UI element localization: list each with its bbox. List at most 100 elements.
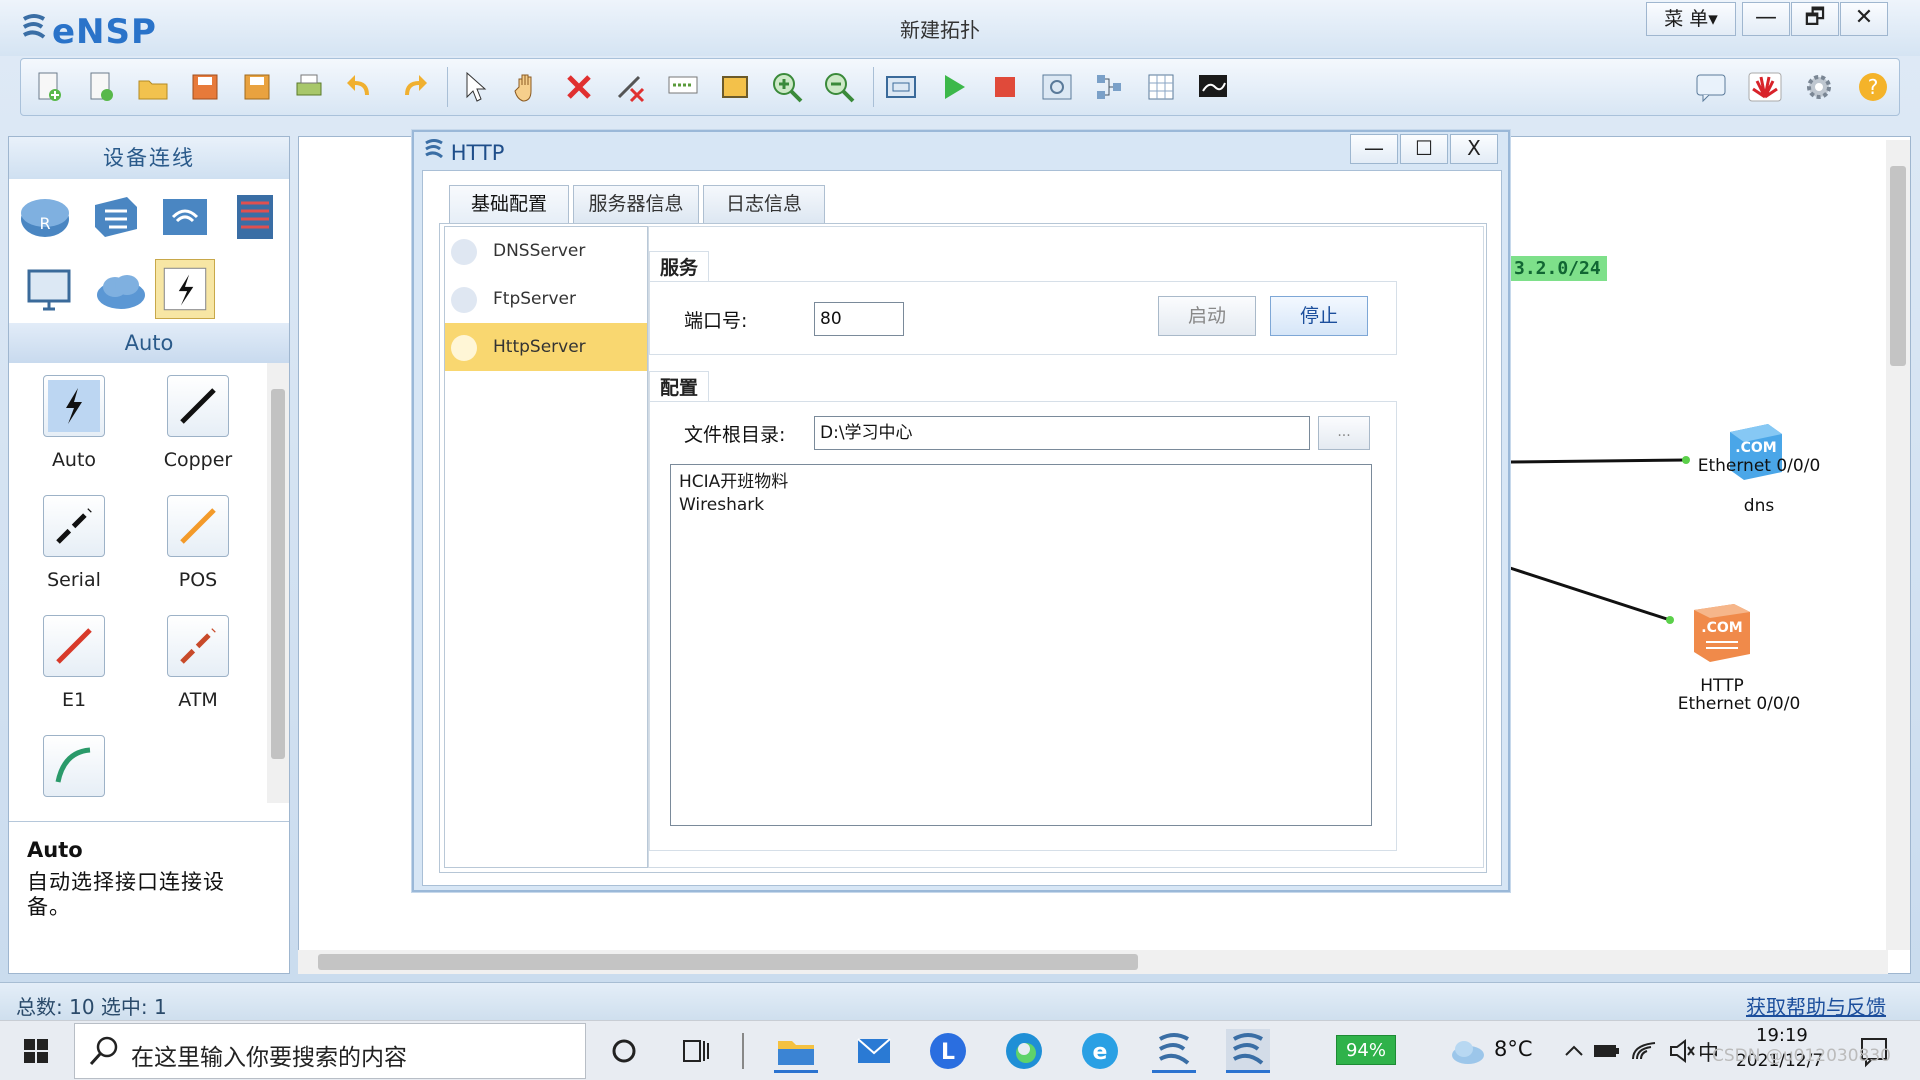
select-icon[interactable] <box>457 69 493 105</box>
dialog-minimize-button[interactable]: — <box>1350 134 1398 164</box>
cable-atm-label: ATM <box>178 689 218 711</box>
delete-icon[interactable] <box>561 69 597 105</box>
chat-icon[interactable] <box>1693 69 1729 105</box>
cortana-icon[interactable] <box>602 1029 646 1073</box>
rectangle-icon[interactable] <box>717 69 753 105</box>
battery-indicator[interactable]: 94% <box>1336 1035 1396 1065</box>
redo-icon[interactable] <box>395 69 431 105</box>
cable-auto[interactable] <box>43 375 105 437</box>
undo-icon[interactable] <box>343 69 379 105</box>
weather-cloud-icon[interactable] <box>1446 1029 1490 1073</box>
mail-icon[interactable] <box>852 1029 896 1073</box>
dialog-maximize-button[interactable]: ☐ <box>1400 134 1448 164</box>
grid-icon[interactable] <box>1143 69 1179 105</box>
server-item-http[interactable]: HttpServer <box>445 323 647 371</box>
huawei-icon[interactable] <box>1747 69 1783 105</box>
clock-time[interactable]: 19:19 <box>1756 1025 1808 1046</box>
start-button[interactable]: 启动 <box>1158 296 1256 336</box>
settings-icon[interactable] <box>1801 69 1837 105</box>
svg-text:e: e <box>1093 1040 1108 1065</box>
help-feedback-link[interactable]: 获取帮助与反馈 <box>1746 991 1886 1020</box>
topology-icon[interactable] <box>1091 69 1127 105</box>
description-title: Auto <box>27 838 83 862</box>
firewall-category-icon[interactable] <box>227 189 283 245</box>
help-icon[interactable]: ? <box>1855 69 1891 105</box>
dialog-title-text: HTTP <box>450 141 505 165</box>
root-dir-input[interactable]: D:\学习中心 <box>814 416 1310 450</box>
taskbar-search[interactable]: 在这里输入你要搜索的内容 <box>74 1023 586 1079</box>
service-group: 端口号: 80 启动 停止 <box>649 281 1397 355</box>
tab-server-info[interactable]: 服务器信息 <box>573 185 699 223</box>
description-text: 自动选择接口连接设备。 <box>27 870 225 919</box>
stop-device-icon[interactable] <box>987 69 1023 105</box>
cable-list-scroll-thumb[interactable] <box>271 389 285 759</box>
file-explorer-icon[interactable] <box>774 1029 818 1073</box>
minimize-button[interactable]: — <box>1742 2 1790 36</box>
wireless-category-icon[interactable] <box>157 189 213 245</box>
browse-button[interactable]: ... <box>1318 416 1370 450</box>
text-icon[interactable] <box>665 69 701 105</box>
zoom-in-icon[interactable] <box>769 69 805 105</box>
restore-button[interactable]: 🗗 <box>1791 2 1839 36</box>
new-topology-icon[interactable] <box>31 69 67 105</box>
tab-basic-config[interactable]: 基础配置 <box>449 185 569 223</box>
cable-copper[interactable] <box>167 375 229 437</box>
l-app-icon[interactable]: L <box>926 1029 970 1073</box>
config-group: 文件根目录: D:\学习中心 ... HCIA开班物料 Wireshark <box>649 401 1397 851</box>
device-panel-header: 设备连线 <box>9 137 289 179</box>
pc-category-icon[interactable] <box>23 263 79 319</box>
wifi-icon[interactable] <box>1622 1029 1656 1073</box>
cable-ctl[interactable] <box>43 735 105 797</box>
router-category-icon[interactable]: R <box>17 189 73 245</box>
tab-log-info[interactable]: 日志信息 <box>703 185 825 223</box>
menu-button[interactable]: 菜 单▾ <box>1646 2 1736 36</box>
cable-e1[interactable] <box>43 615 105 677</box>
server-item-dns[interactable]: DNSServer <box>445 227 647 275</box>
temperature[interactable]: 8°C <box>1494 1037 1533 1061</box>
print-icon[interactable] <box>291 69 327 105</box>
ensp-task-icon[interactable] <box>1152 1029 1196 1073</box>
edge-browser-icon[interactable] <box>1002 1029 1046 1073</box>
zoom-out-icon[interactable] <box>821 69 857 105</box>
http-server-icon[interactable]: .COM <box>1690 600 1754 664</box>
ensp-logo-icon <box>20 12 48 42</box>
console-icon[interactable] <box>1195 69 1231 105</box>
ie-browser-icon[interactable]: e <box>1078 1029 1122 1073</box>
volume-muted-icon[interactable] <box>1660 1029 1695 1073</box>
cable-serial[interactable] <box>43 495 105 557</box>
chevron-up-icon[interactable] <box>1552 1029 1583 1073</box>
start-device-icon[interactable] <box>935 69 971 105</box>
file-list[interactable]: HCIA开班物料 Wireshark <box>670 464 1372 826</box>
ensp-task-icon-active[interactable] <box>1226 1029 1270 1073</box>
canvas-horizontal-thumb[interactable] <box>318 954 1138 970</box>
server-item-ftp[interactable]: FtpServer <box>445 275 647 323</box>
app-logo: eNSP <box>20 12 157 52</box>
stop-button[interactable]: 停止 <box>1270 296 1368 336</box>
server-name: HttpServer <box>493 337 586 357</box>
close-button[interactable]: ✕ <box>1840 2 1888 36</box>
pan-hand-icon[interactable] <box>509 69 545 105</box>
task-view-icon[interactable] <box>674 1029 718 1073</box>
delete-link-icon[interactable] <box>613 69 649 105</box>
switch-category-icon[interactable] <box>87 189 143 245</box>
save-as-icon[interactable] <box>239 69 275 105</box>
battery-icon[interactable] <box>1584 1029 1619 1073</box>
cable-pos[interactable] <box>167 495 229 557</box>
file-item[interactable]: Wireshark <box>679 494 1363 517</box>
save-icon[interactable] <box>187 69 223 105</box>
port-input[interactable]: 80 <box>814 302 904 336</box>
capture-icon[interactable] <box>1039 69 1075 105</box>
dialog-close-button[interactable]: X <box>1450 134 1498 164</box>
file-item[interactable]: HCIA开班物料 <box>679 471 1363 494</box>
windows-start-icon[interactable] <box>14 1029 58 1073</box>
new-file-icon[interactable] <box>83 69 119 105</box>
cable-category-icon[interactable] <box>155 259 215 319</box>
fit-icon[interactable] <box>883 69 919 105</box>
cable-category-label: Auto <box>9 323 289 363</box>
cable-atm[interactable] <box>167 615 229 677</box>
canvas-vertical-thumb[interactable] <box>1890 166 1906 366</box>
description-box: Auto 自动选择接口连接设备。 <box>9 821 289 973</box>
cloud-category-icon[interactable] <box>93 263 149 319</box>
dialog-body: 基础配置 服务器信息 日志信息 DNSServer FtpServer Http… <box>422 170 1502 886</box>
open-icon[interactable] <box>135 69 171 105</box>
